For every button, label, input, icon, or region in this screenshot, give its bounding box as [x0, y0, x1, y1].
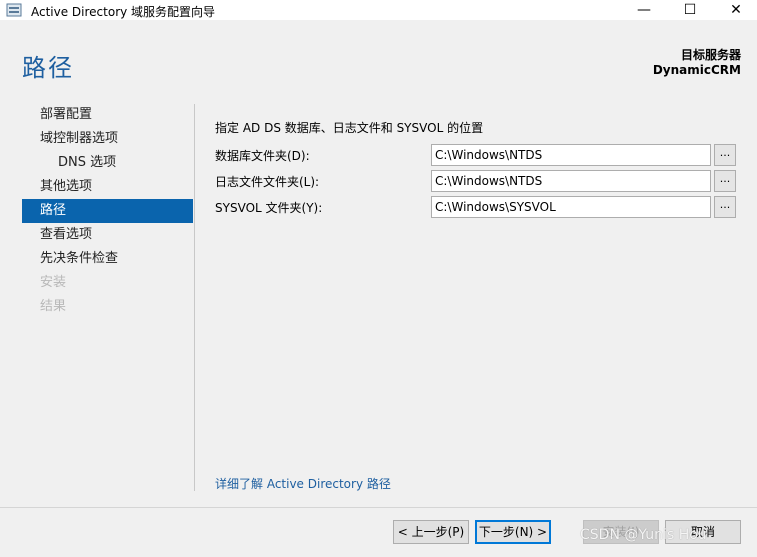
target-server: 目标服务器 DynamicCRM [653, 48, 741, 78]
database-folder-row: 数据库文件夹(D): C:\Windows\NTDS ... [215, 144, 737, 166]
nav-item-installation: 安装 [40, 275, 67, 290]
nav-item-deployment[interactable]: 部署配置 [22, 103, 193, 127]
nav-item-review[interactable]: 查看选项 [22, 223, 193, 247]
next-button[interactable]: 下一步(N) > [475, 520, 551, 544]
nav-item-dc-options[interactable]: 域控制器选项 [22, 127, 193, 151]
sysvol-folder-label: SYSVOL 文件夹(Y): [215, 201, 323, 215]
sysvol-folder-input[interactable]: C:\Windows\SYSVOL [431, 196, 711, 218]
maximize-icon: ☐ [683, 2, 697, 18]
log-folder-label: 日志文件文件夹(L): [215, 175, 320, 189]
log-folder-row: 日志文件文件夹(L): C:\Windows\NTDS ... [215, 170, 737, 192]
wizard-nav: 部署配置 域控制器选项 DNS 选项 其他选项 路径 查看选项 先决条件检查 安… [22, 103, 193, 319]
nav-item-results: 结果 [40, 299, 67, 314]
sysvol-folder-row: SYSVOL 文件夹(Y): C:\Windows\SYSVOL ... [215, 196, 737, 218]
database-browse-button[interactable]: ... [714, 144, 736, 166]
title-bar: Active Directory 域服务配置向导 — ☐ ✕ [0, 0, 757, 20]
close-button[interactable]: ✕ [713, 0, 757, 20]
nav-item-additional-options[interactable]: 其他选项 [22, 175, 193, 199]
database-folder-label: 数据库文件夹(D): [215, 149, 310, 163]
nav-divider [194, 104, 195, 491]
nav-item-prereq-check[interactable]: 先决条件检查 [22, 247, 193, 271]
database-folder-input[interactable]: C:\Windows\NTDS [431, 144, 711, 166]
minimize-icon: — [637, 2, 651, 18]
log-folder-input[interactable]: C:\Windows\NTDS [431, 170, 711, 192]
log-browse-button[interactable]: ... [714, 170, 736, 192]
previous-button[interactable]: < 上一步(P) [393, 520, 469, 544]
page-title: 路径 [22, 54, 74, 82]
watermark: CSDN @Yunis Hou [580, 527, 707, 543]
nav-item-paths[interactable]: 路径 [22, 199, 193, 223]
window-title: Active Directory 域服务配置向导 [31, 5, 216, 19]
nav-item-dns-options[interactable]: DNS 选项 [22, 151, 193, 175]
minimize-button[interactable]: — [621, 0, 667, 20]
target-server-value: DynamicCRM [652, 63, 741, 77]
sysvol-browse-button[interactable]: ... [714, 196, 736, 218]
close-icon: ✕ [730, 2, 742, 18]
server-icon [6, 3, 22, 17]
maximize-button[interactable]: ☐ [667, 0, 713, 20]
target-server-label: 目标服务器 [680, 48, 741, 62]
learn-more-link[interactable]: 详细了解 Active Directory 路径 [215, 475, 391, 492]
paths-intro: 指定 AD DS 数据库、日志文件和 SYSVOL 的位置 [215, 121, 484, 135]
footer-divider [0, 507, 757, 508]
wizard-content: 路径 目标服务器 DynamicCRM 部署配置 域控制器选项 DNS 选项 其… [0, 20, 757, 557]
